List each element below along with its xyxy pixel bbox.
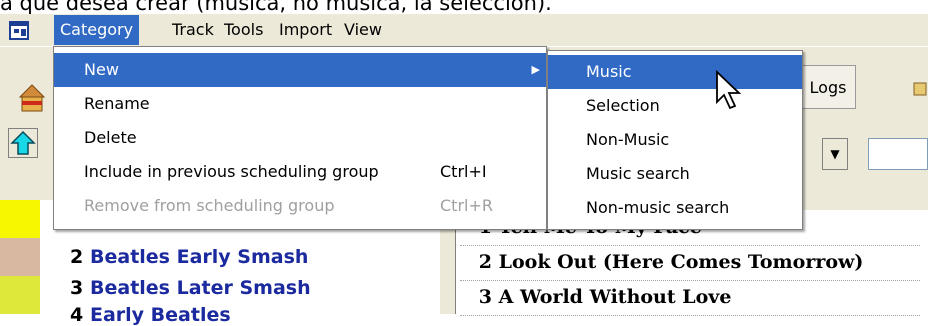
submenu-item-label: Music search [586, 164, 690, 183]
caption-text: a que desea crear (música, no música, la… [0, 0, 552, 15]
color-swatch [0, 276, 40, 314]
track-number: 3 [478, 286, 492, 308]
logs-button[interactable]: Logs [800, 65, 856, 109]
category-name: Beatles Early Smash [90, 246, 309, 268]
menu-item-remove-from-group: Remove from scheduling group Ctrl+R [54, 189, 546, 223]
menu-item-shortcut: Ctrl+R [440, 196, 493, 215]
category-number: 4 [70, 304, 84, 326]
submenu-item-label: Non-music search [586, 198, 730, 217]
track-row[interactable]: 2 Look Out (Here Comes Tomorrow) [460, 245, 920, 281]
mouse-cursor-icon [716, 70, 742, 110]
category-number: 3 [70, 277, 84, 299]
new-submenu: Music Selection Non-Music Music search N… [547, 50, 803, 230]
menu-item-label: Remove from scheduling group [84, 196, 335, 215]
submenu-arrow-icon: ▶ [531, 63, 540, 76]
submenu-item-music[interactable]: Music [548, 55, 802, 89]
category-row[interactable]: 4 Early Beatles [50, 304, 231, 326]
up-arrow-icon [10, 130, 36, 155]
category-menu: New ▶ Rename Delete Include in previous … [53, 46, 547, 230]
app-icon [9, 21, 29, 40]
category-name: Beatles Later Smash [90, 277, 311, 299]
category-row[interactable]: 2 Beatles Early Smash [50, 246, 308, 268]
submenu-item-label: Selection [586, 96, 660, 115]
category-number: 2 [70, 246, 84, 268]
menu-item-label: New [84, 60, 119, 79]
menu-item-new[interactable]: New ▶ [54, 53, 546, 87]
up-level-button[interactable] [8, 128, 38, 158]
submenu-item-label: Music [586, 62, 632, 81]
menu-item-include-previous-group[interactable]: Include in previous scheduling group Ctr… [54, 155, 546, 189]
submenu-item-label: Non-Music [586, 130, 670, 149]
menu-track[interactable]: Track [166, 15, 220, 45]
submenu-item-selection[interactable]: Selection [548, 89, 802, 123]
menu-item-label: Rename [84, 94, 150, 113]
menubar [0, 14, 928, 46]
dropdown-arrow-icon: ▼ [830, 147, 840, 161]
toolbar-edge-icon[interactable] [912, 80, 928, 98]
track-title: Look Out (Here Comes Tomorrow) [498, 251, 864, 273]
track-title: A World Without Love [498, 286, 732, 308]
menu-item-rename[interactable]: Rename [54, 87, 546, 121]
color-swatch [0, 238, 40, 276]
menu-view[interactable]: View [338, 15, 388, 45]
submenu-item-music-search[interactable]: Music search [548, 157, 802, 191]
menu-item-delete[interactable]: Delete [54, 121, 546, 155]
menu-tools[interactable]: Tools [218, 15, 269, 45]
track-row[interactable]: 3 A World Without Love [460, 280, 920, 316]
menu-item-label: Include in previous scheduling group [84, 162, 379, 181]
menu-item-shortcut: Ctrl+I [440, 162, 487, 181]
menu-item-label: Delete [84, 128, 137, 147]
submenu-item-non-music[interactable]: Non-Music [548, 123, 802, 157]
menu-category[interactable]: Category [54, 15, 140, 45]
category-name: Early Beatles [90, 304, 231, 326]
dropdown-button[interactable]: ▼ [822, 138, 848, 170]
menu-import[interactable]: Import [273, 15, 338, 45]
track-number: 2 [478, 251, 492, 273]
submenu-item-non-music-search[interactable]: Non-music search [548, 191, 802, 225]
category-row[interactable]: 3 Beatles Later Smash [50, 277, 311, 299]
color-swatch [0, 200, 40, 238]
category-color-strip [0, 200, 40, 314]
categories-toolbar-icon[interactable] [18, 83, 46, 113]
filter-input[interactable] [868, 138, 928, 170]
